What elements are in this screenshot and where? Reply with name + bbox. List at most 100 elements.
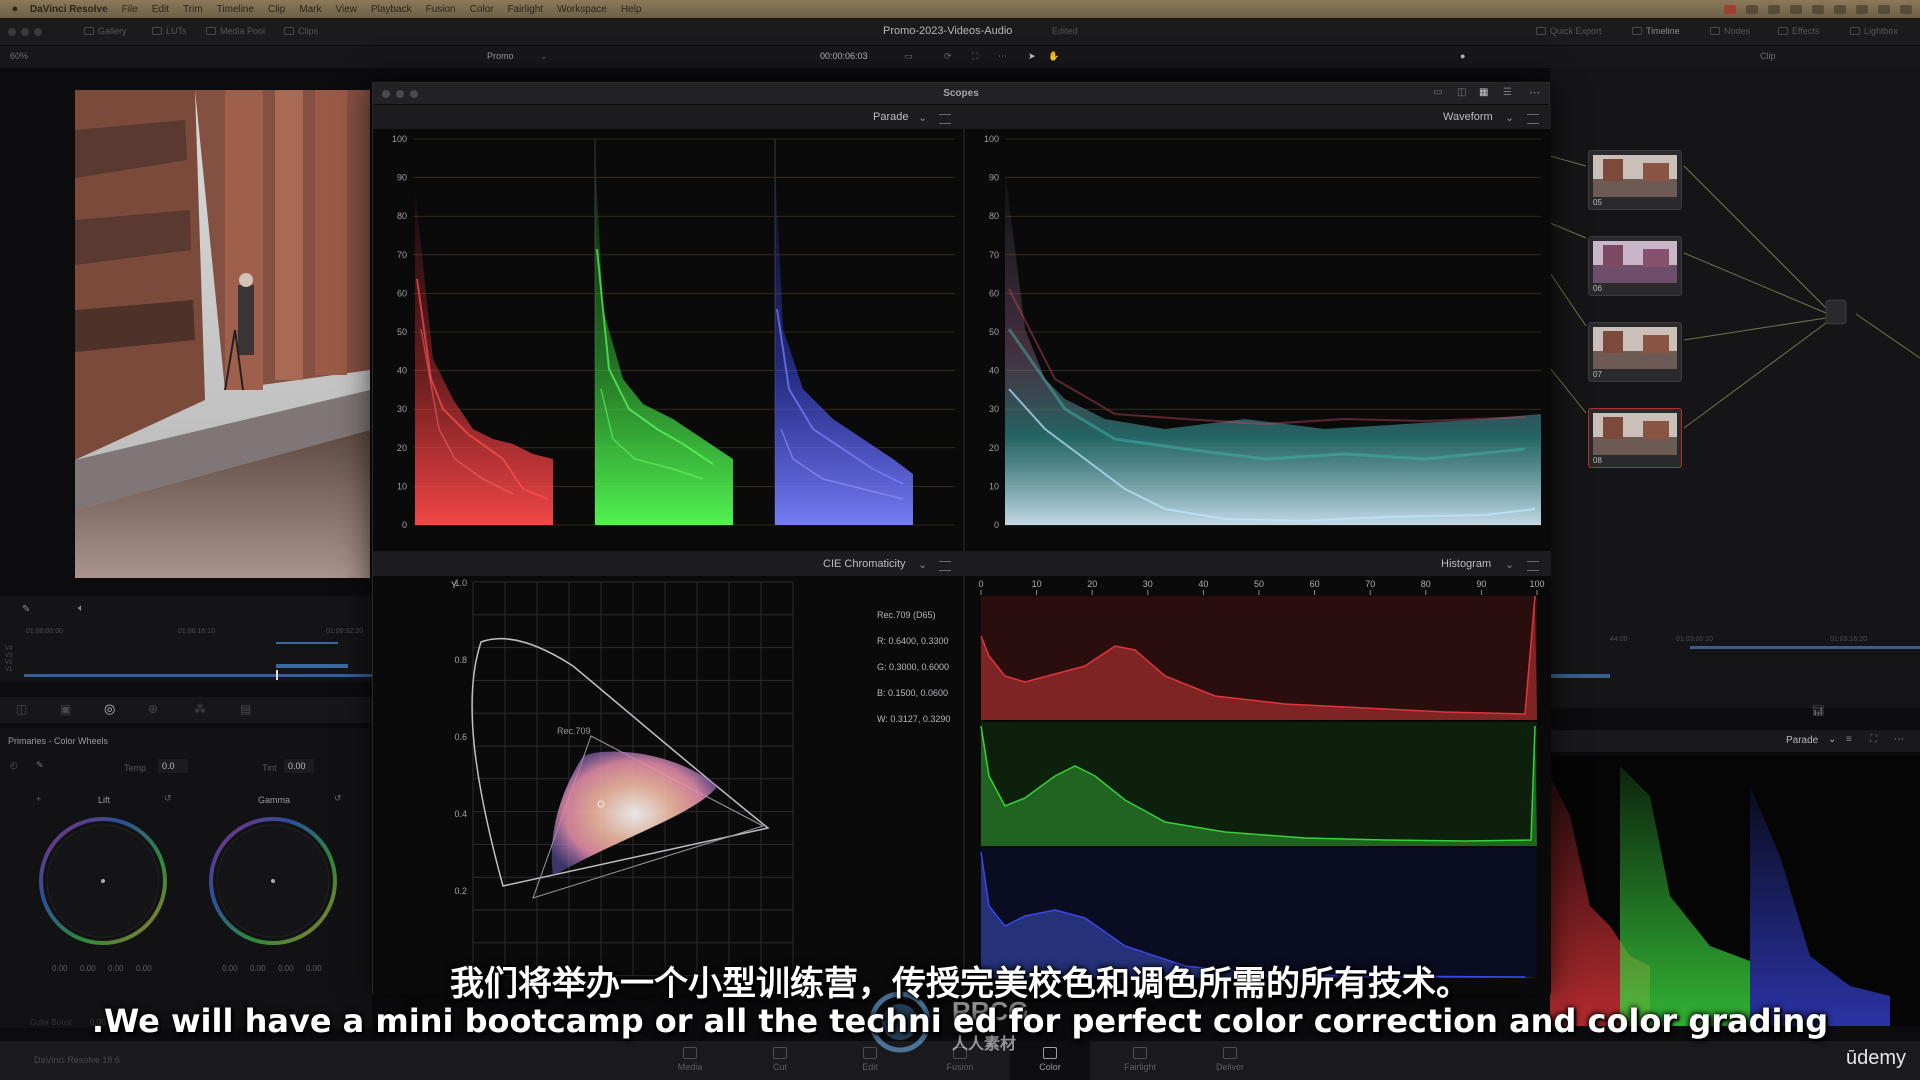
tab-gallery[interactable]: Gallery [84, 26, 127, 36]
cloud-icon[interactable] [1768, 4, 1780, 14]
histogram-mode-selector[interactable]: Histogram [1441, 558, 1491, 570]
clip-v3[interactable] [276, 642, 338, 644]
speaker-icon[interactable]: 🔈︎ [78, 603, 84, 614]
clip-v1[interactable] [24, 674, 372, 677]
menu-playback[interactable]: Playback [371, 4, 412, 15]
menu-mark[interactable]: Mark [299, 4, 321, 15]
layout-quad-icon[interactable]: ▦ [1479, 87, 1488, 98]
reset-gamma-icon[interactable]: ↺ [334, 793, 342, 804]
hand-icon[interactable]: ✋ [1048, 51, 1059, 62]
wifi-icon[interactable] [1856, 4, 1868, 14]
viewer-image[interactable] [75, 90, 370, 578]
gamma-wheel[interactable] [208, 816, 338, 946]
tab-media-pool[interactable]: Media Pool [206, 26, 265, 36]
node-06[interactable]: 06 [1588, 236, 1682, 296]
pointer-icon[interactable]: ➤ [1028, 51, 1036, 62]
auto-balance-icon[interactable]: ◴ [10, 760, 18, 771]
crosshair-icon[interactable]: + [36, 794, 41, 804]
color-match-icon[interactable]: ▣ [60, 702, 71, 716]
zoom-window-icon[interactable] [34, 28, 42, 36]
menu-view[interactable]: View [336, 4, 358, 15]
tint-input[interactable]: 0.00 [284, 759, 314, 773]
page-cut[interactable]: Cut [740, 1041, 820, 1080]
menu-workspace[interactable]: Workspace [557, 4, 607, 15]
scope-settings-icon[interactable] [1527, 114, 1539, 124]
bluetooth-icon[interactable] [1834, 4, 1846, 14]
tab-clips[interactable]: Clips [284, 26, 318, 36]
chevron-down-icon[interactable]: ⌄ [918, 558, 927, 571]
parade-mode-selector[interactable]: Parade [873, 111, 908, 123]
rgb-mixer-icon[interactable]: ⁂ [194, 702, 206, 716]
page-media[interactable]: Media [650, 1041, 730, 1080]
timecode-display[interactable]: 00:00:06:03 [820, 51, 868, 61]
project-title[interactable]: Promo-2023-Videos-Audio [883, 25, 1012, 37]
close-window-icon[interactable] [8, 28, 16, 36]
temp-input[interactable]: 0.0 [158, 759, 188, 773]
picker-icon[interactable]: ✎ [36, 760, 44, 771]
menu-clip[interactable]: Clip [268, 4, 285, 15]
hdr-icon[interactable]: ⊕ [148, 702, 158, 716]
mini-timeline[interactable]: ✎ 🔈︎ 01:00:00:00 01:00:16:10 01:00:32:20… [0, 596, 372, 682]
loop-icon[interactable]: ⟳ [944, 51, 952, 62]
clip-mode-selector[interactable]: Clip [1760, 51, 1776, 61]
scope-settings-icon[interactable] [1527, 561, 1539, 571]
more-icon[interactable]: ⋯ [1529, 86, 1540, 99]
tab-timeline[interactable]: Timeline [1632, 26, 1680, 36]
node-05[interactable]: 05 [1588, 150, 1682, 210]
menu-color[interactable]: Color [470, 4, 494, 15]
control-center-icon[interactable] [1900, 4, 1912, 14]
minimize-window-icon[interactable] [21, 28, 29, 36]
menu-edit[interactable]: Edit [152, 4, 169, 15]
reset-lift-icon[interactable]: ↺ [164, 793, 172, 804]
more-icon[interactable]: ⋯ [998, 51, 1007, 62]
menu-app-name[interactable]: DaVinci Resolve [30, 4, 108, 15]
menu-trim[interactable]: Trim [183, 4, 203, 15]
node-08[interactable]: 08 [1588, 408, 1682, 468]
tab-nodes[interactable]: Nodes [1710, 26, 1750, 36]
lift-wheel[interactable] [38, 816, 168, 946]
timeline-selector[interactable]: Promo [487, 51, 514, 61]
tab-effects[interactable]: Effects [1778, 26, 1819, 36]
cie-mode-selector[interactable]: CIE Chromaticity [823, 558, 906, 570]
record-icon[interactable] [1724, 4, 1736, 14]
chevron-down-icon[interactable]: ⌄ [1828, 734, 1836, 745]
tab-luts[interactable]: LUTs [152, 26, 187, 36]
waveform-mode-selector[interactable]: Waveform [1443, 111, 1493, 123]
clip-v2[interactable] [276, 664, 348, 668]
tab-lightbox[interactable]: Lightbox [1850, 26, 1898, 36]
scope-settings-icon[interactable] [939, 114, 951, 124]
layout-list-icon[interactable]: ☰ [1503, 87, 1512, 98]
scope-toggle-icon[interactable]: 📊︎ [1812, 706, 1825, 717]
scope-settings-icon[interactable] [939, 561, 951, 571]
more-icon[interactable]: ⋯ [1894, 734, 1904, 745]
chevron-down-icon[interactable]: ⌄ [1505, 558, 1514, 571]
scopes-window[interactable]: Scopes ▭ ◫ ▦ ☰ ⋯ Parade ⌄ 100 90 80 70 6… [372, 82, 1551, 994]
eyedropper-icon[interactable]: ✎ [22, 604, 30, 615]
chevron-down-icon[interactable]: ⌄ [1505, 111, 1514, 124]
chevron-down-icon[interactable]: ⌄ [540, 51, 548, 62]
display-icon[interactable] [1790, 4, 1802, 14]
search-icon[interactable] [1878, 4, 1890, 14]
page-deliver[interactable]: Deliver [1190, 1041, 1270, 1080]
menu-help[interactable]: Help [621, 4, 642, 15]
camera-raw-icon[interactable]: ◫ [16, 702, 27, 716]
menu-file[interactable]: File [122, 4, 138, 15]
chevron-down-icon[interactable]: ⌄ [918, 111, 927, 124]
layout-single-icon[interactable]: ▭ [1433, 87, 1442, 98]
apple-icon[interactable]: ● [0, 3, 30, 15]
menu-timeline[interactable]: Timeline [217, 4, 254, 15]
settings-icon[interactable]: ≡ [1846, 734, 1852, 745]
menu-fairlight[interactable]: Fairlight [508, 4, 544, 15]
right-clip-bar-2[interactable] [1690, 646, 1920, 649]
node-07[interactable]: 07 [1588, 322, 1682, 382]
color-wheels-icon[interactable]: ◎ [104, 701, 115, 717]
layout-dual-icon[interactable]: ◫ [1457, 87, 1466, 98]
clip-icon[interactable]: ▭ [904, 51, 913, 62]
zoom-level[interactable]: 60% [10, 51, 28, 61]
menu-fusion[interactable]: Fusion [426, 4, 456, 15]
parade-mini-mode[interactable]: Parade [1786, 735, 1818, 746]
node-editor[interactable]: 05 06 07 08 44:00 01:03:00:10 01:03:16:2… [1550, 68, 1920, 708]
fullscreen-icon[interactable]: ⛶ [972, 51, 978, 62]
playhead[interactable] [276, 670, 278, 680]
volume-icon[interactable] [1812, 4, 1824, 14]
